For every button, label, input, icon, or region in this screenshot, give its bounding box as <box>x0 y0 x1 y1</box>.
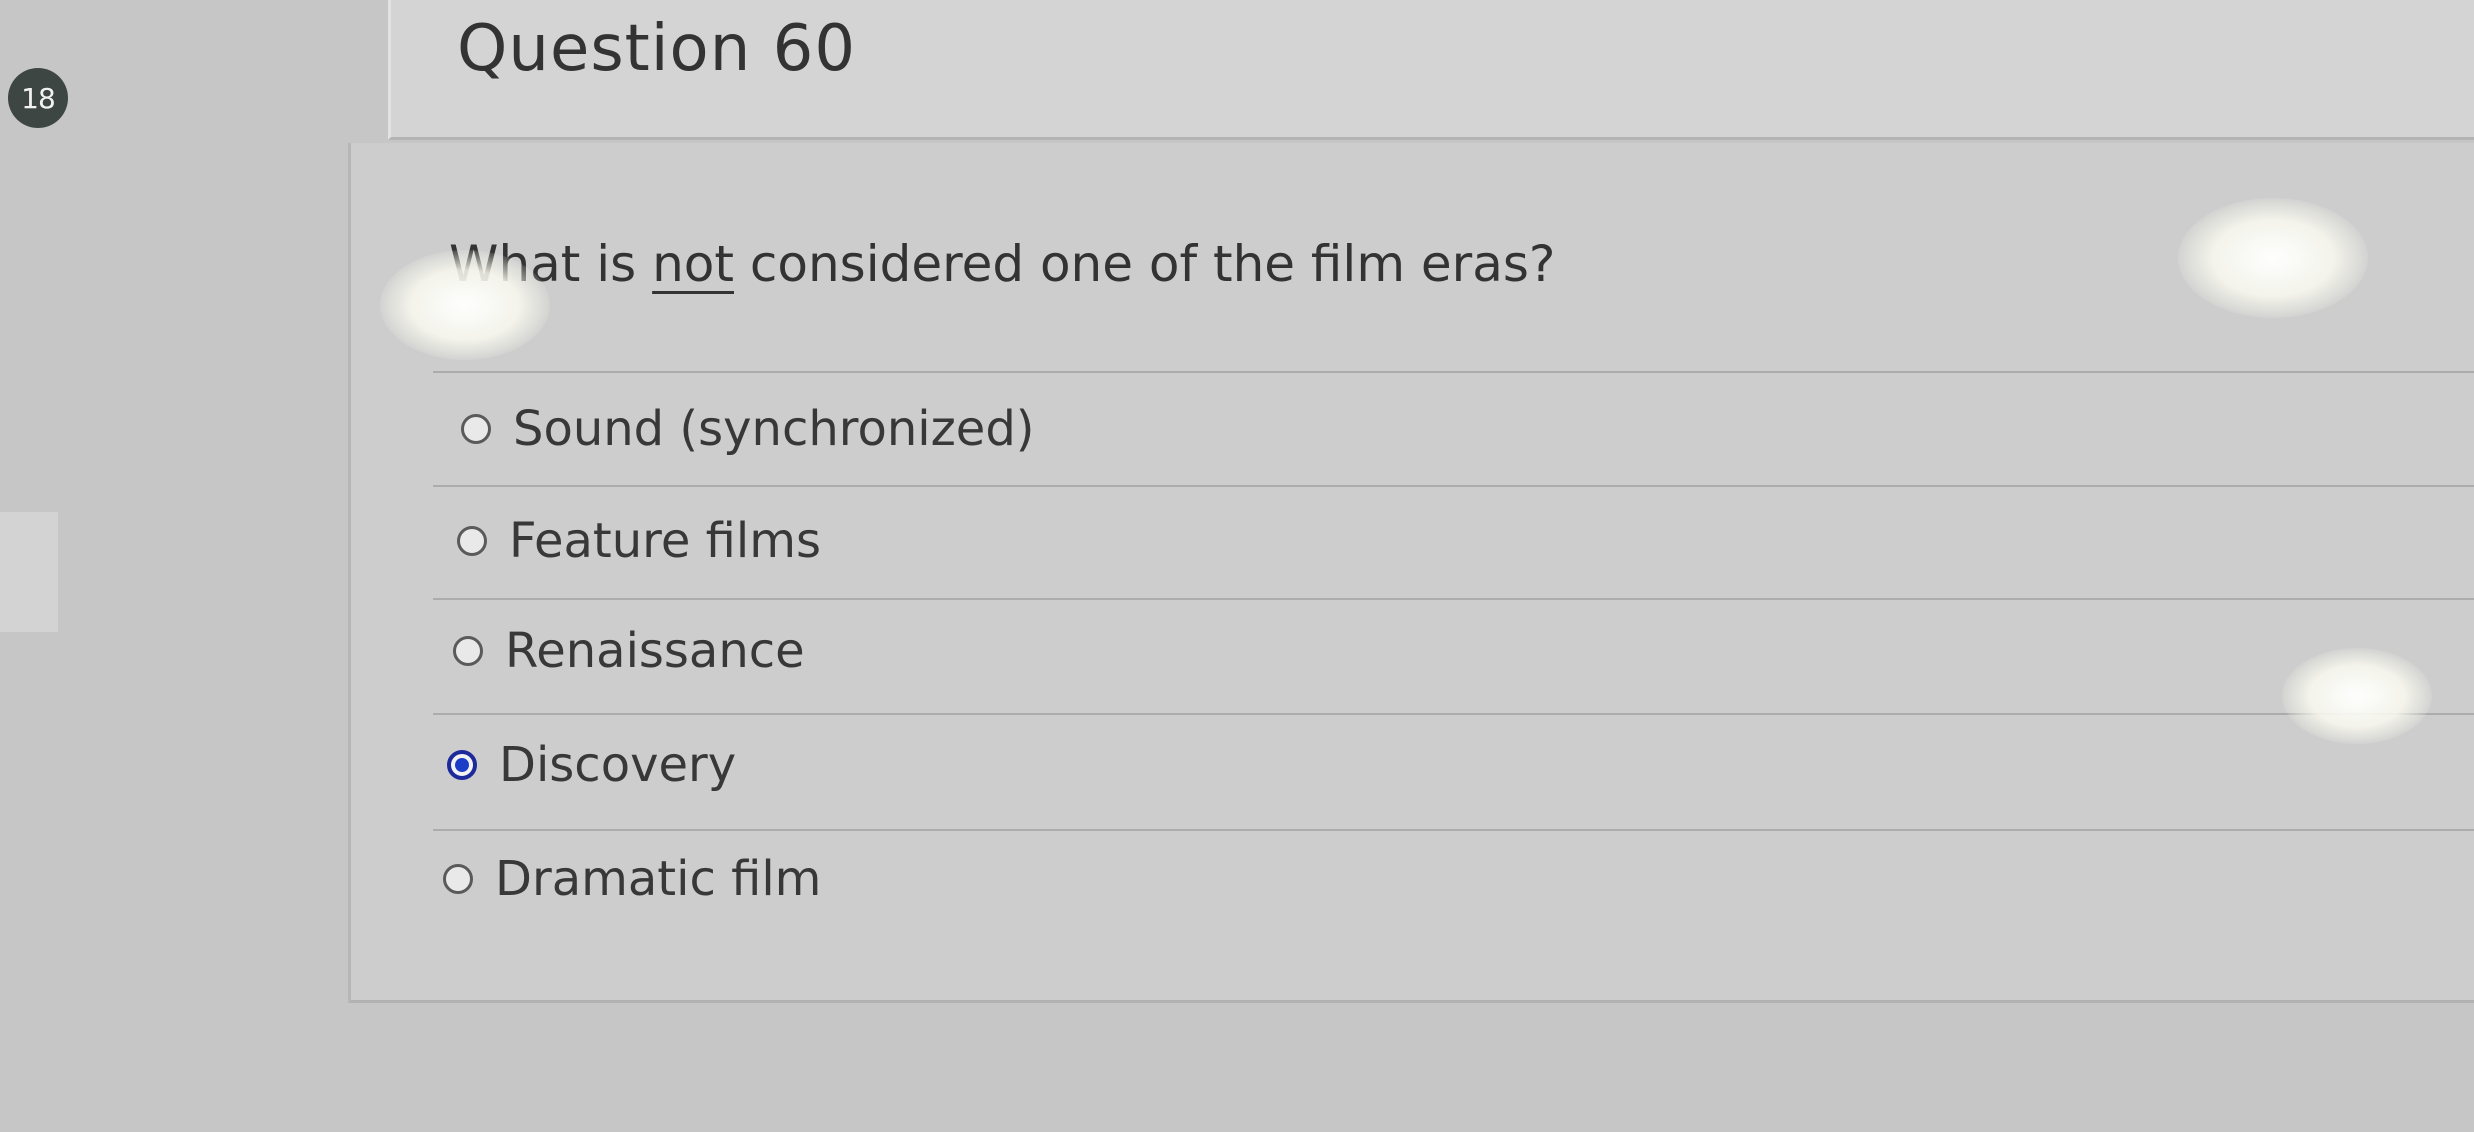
radio-button-selected[interactable] <box>447 750 477 780</box>
option-label: Dramatic film <box>495 851 822 907</box>
answer-option-discovery[interactable]: Discovery <box>447 737 736 793</box>
question-header: Question 60 <box>388 0 2474 140</box>
side-panel-block <box>0 512 58 632</box>
question-card: What is not considered one of the film e… <box>348 143 2474 1003</box>
option-label: Feature films <box>509 513 821 569</box>
radio-button[interactable] <box>461 414 491 444</box>
answer-option-dramatic-film[interactable]: Dramatic film <box>443 851 821 907</box>
divider <box>433 829 2474 831</box>
divider <box>433 371 2474 373</box>
question-title: Question 60 <box>457 12 857 86</box>
question-text-suffix: considered one of the film eras? <box>734 235 1556 293</box>
question-number-badge: 18 <box>8 68 68 128</box>
question-text-emphasis: not <box>652 235 734 293</box>
divider <box>433 713 2474 715</box>
divider <box>433 485 2474 487</box>
question-text: What is not considered one of the film e… <box>449 235 1555 293</box>
screen-glare <box>2178 198 2368 318</box>
radio-button[interactable] <box>443 864 473 894</box>
answer-option-feature-films[interactable]: Feature films <box>457 513 821 569</box>
option-label: Sound (synchronized) <box>513 401 1035 457</box>
option-label: Renaissance <box>505 623 805 679</box>
divider <box>433 598 2474 600</box>
answer-option-renaissance[interactable]: Renaissance <box>453 623 805 679</box>
screen-glare <box>2282 648 2432 744</box>
option-label: Discovery <box>499 737 737 793</box>
screen-glare <box>380 250 550 360</box>
answer-option-sound[interactable]: Sound (synchronized) <box>461 401 1035 457</box>
radio-button[interactable] <box>457 526 487 556</box>
radio-button[interactable] <box>453 636 483 666</box>
